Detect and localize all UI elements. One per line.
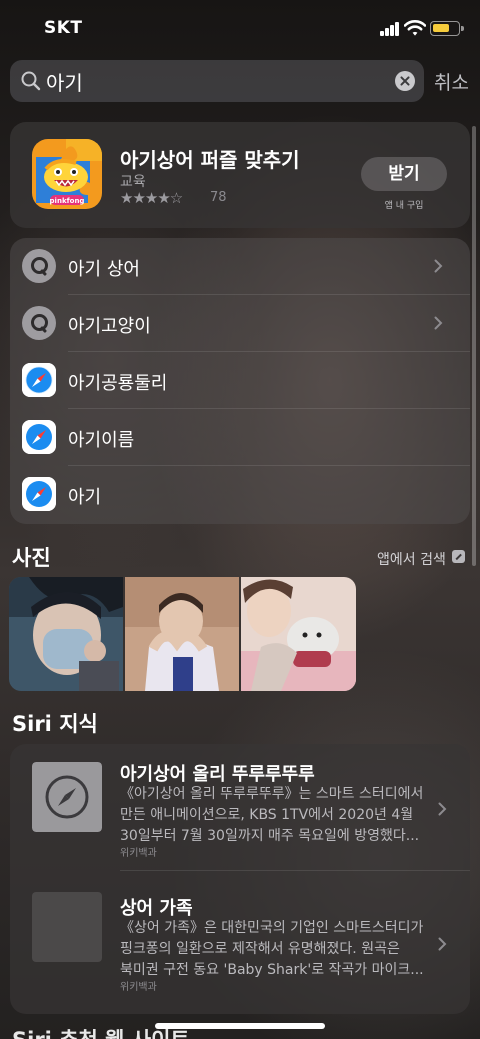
get-button[interactable]: 받기 bbox=[361, 157, 447, 191]
knowledge-description: 《아기상어 올리 뚜루루뚜루》는 스마트 스터디에서 만든 애니메이션으로, K… bbox=[120, 786, 424, 844]
search-input[interactable] bbox=[46, 64, 386, 98]
chevron-right-icon bbox=[434, 259, 443, 273]
suggestion-row[interactable]: 아기 bbox=[10, 466, 470, 523]
suggestions-list: 아기 상어 아기고양이 아기공룡둘리 아기이름 아기 bbox=[10, 238, 470, 524]
search-icon bbox=[22, 306, 56, 340]
wifi-icon bbox=[404, 20, 426, 36]
chevron-right-icon bbox=[438, 802, 447, 816]
suggestion-label: 아기공룡둘리 bbox=[68, 373, 168, 394]
search-field[interactable] bbox=[10, 60, 424, 102]
photo-thumbnail[interactable] bbox=[9, 577, 123, 691]
photos-section-title: 사진 bbox=[12, 546, 51, 570]
app-icon: pinkfong bbox=[32, 139, 102, 209]
scroll-indicator[interactable] bbox=[472, 126, 476, 566]
search-icon bbox=[22, 249, 56, 283]
photo-thumbnail[interactable] bbox=[241, 577, 356, 691]
suggestion-row[interactable]: 아기공룡둘리 bbox=[10, 352, 470, 409]
suggestion-label: 아기 상어 bbox=[68, 259, 140, 280]
svg-text:pinkfong: pinkfong bbox=[50, 197, 85, 205]
suggestion-row[interactable]: 아기고양이 bbox=[10, 295, 470, 352]
safari-icon bbox=[22, 420, 56, 454]
chevron-right-icon bbox=[434, 316, 443, 330]
app-result-card[interactable]: pinkfong 아기상어 퍼즐 맞추기 교육 ★★★★☆ 78 받기 앱 내 … bbox=[10, 122, 470, 228]
knowledge-source: 위키백과 bbox=[120, 982, 157, 993]
safari-icon bbox=[22, 363, 56, 397]
rating-count: 78 bbox=[210, 190, 227, 205]
knowledge-title: 아기상어 올리 뚜루루뚜루 bbox=[120, 764, 315, 785]
knowledge-description: 《상어 가족》은 대한민국의 기업인 스마트스터디가 핑크퐁의 일환으로 제작해… bbox=[120, 920, 424, 978]
suggestion-label: 아기고양이 bbox=[68, 316, 151, 337]
battery-icon bbox=[430, 21, 464, 36]
carrier-name: SKT bbox=[44, 18, 83, 38]
clear-text-icon[interactable] bbox=[395, 71, 415, 91]
star-rating: ★★★★☆ bbox=[120, 189, 183, 207]
in-app-purchase-note: 앱 내 구입 bbox=[384, 201, 424, 211]
suggestion-label: 아기 bbox=[68, 487, 102, 508]
siri-knowledge-card: 아기상어 올리 뚜루루뚜루 《아기상어 올리 뚜루루뚜루》는 스마트 스터디에서… bbox=[10, 744, 470, 1014]
safari-icon bbox=[22, 477, 56, 511]
chevron-right-icon bbox=[438, 937, 447, 951]
safari-compass-icon bbox=[32, 762, 102, 832]
open-in-app-icon[interactable] bbox=[452, 550, 465, 563]
suggestion-row[interactable]: 아기 상어 bbox=[10, 238, 470, 295]
cellular-signal-icon bbox=[380, 22, 400, 36]
suggestion-label: 아기이름 bbox=[68, 430, 135, 451]
cancel-button[interactable]: 취소 bbox=[434, 68, 469, 95]
suggestion-row[interactable]: 아기이름 bbox=[10, 409, 470, 466]
search-icon bbox=[21, 71, 41, 91]
knowledge-title: 상어 가족 bbox=[120, 898, 193, 919]
photo-thumbnail[interactable] bbox=[125, 577, 239, 691]
app-title: 아기상어 퍼즐 맞추기 bbox=[120, 148, 300, 172]
siri-knowledge-title: Siri 지식 bbox=[12, 712, 98, 736]
app-category: 교육 bbox=[120, 174, 146, 190]
photos-strip bbox=[9, 577, 356, 691]
placeholder-thumbnail bbox=[32, 892, 102, 962]
home-indicator[interactable] bbox=[155, 1023, 325, 1029]
knowledge-source: 위키백과 bbox=[120, 848, 157, 859]
search-in-app-link[interactable]: 앱에서 검색 bbox=[377, 549, 446, 569]
status-bar: SKT bbox=[0, 0, 480, 56]
